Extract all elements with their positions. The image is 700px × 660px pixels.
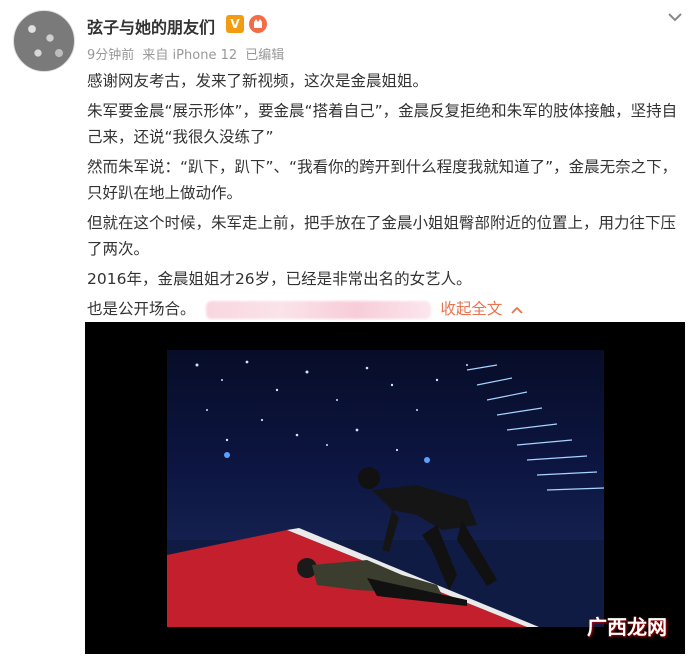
stage-lights xyxy=(167,360,604,627)
blurred-text xyxy=(206,300,432,319)
chevron-down-icon[interactable] xyxy=(666,8,684,26)
collapse-label: 收起全文 xyxy=(440,300,503,318)
post-meta: 9分钟前 来自 iPhone 12 已编辑 xyxy=(87,44,288,63)
chevron-up-icon xyxy=(511,306,523,314)
username[interactable]: 弦子与她的朋友们 xyxy=(87,14,215,38)
post-body: 感谢网友考古，发来了新视频，这次是金晨姐姐。 朱军要金晨“展示形体”，要金晨“搭… xyxy=(87,68,687,326)
collapse-button[interactable]: 收起全文 xyxy=(440,300,523,318)
fan-badge-icon xyxy=(249,15,267,33)
post-paragraph: 但就在这个时候，朱军走上前，把手放在了金晨小姐姐臀部附近的位置上，用力往下压了两… xyxy=(87,214,677,258)
avatar[interactable] xyxy=(13,10,75,72)
post-source[interactable]: 来自 iPhone 12 xyxy=(142,48,237,63)
watermark: 广西龙网 xyxy=(587,615,667,639)
last-line-text: 也是公开场合。 xyxy=(87,300,196,318)
post-paragraph: 朱军要金晨“展示形体”，要金晨“搭着自己”，金晨反复拒绝和朱军的肢体接触，坚持自… xyxy=(87,102,678,146)
video-player[interactable]: 广西龙网 xyxy=(85,322,685,654)
post-time: 9分钟前 xyxy=(87,48,135,63)
post-paragraph: 感谢网友考古，发来了新视频，这次是金晨姐姐。 xyxy=(87,72,429,90)
post-paragraph: 2016年，金晨姐姐才26岁，已经是非常出名的女艺人。 xyxy=(87,270,472,288)
video-frame xyxy=(167,350,604,627)
verified-badge-icon: V xyxy=(226,15,244,33)
post-last-line: 也是公开场合。 收起全文 xyxy=(87,296,687,322)
post-paragraph: 然而朱军说：“趴下，趴下”、“我看你的跨开到什么程度我就知道了”，金晨无奈之下，… xyxy=(87,158,678,202)
edited-label[interactable]: 已编辑 xyxy=(245,48,284,63)
